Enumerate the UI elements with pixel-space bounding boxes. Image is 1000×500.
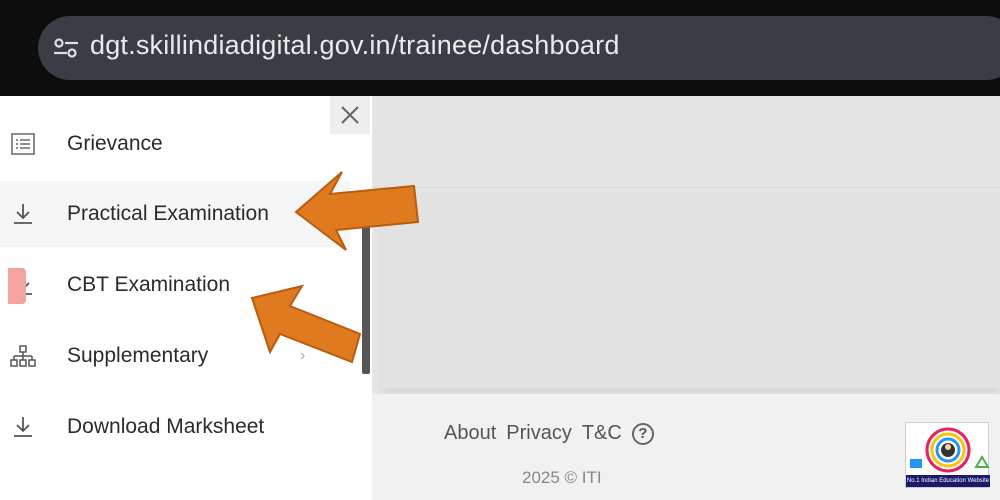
sidebar-item-label: CBT Examination [67,273,231,296]
highlight-marker [8,268,26,304]
address-bar[interactable]: dgt.skillindiadigital.gov.in/trainee/das… [38,16,1000,80]
url-text[interactable]: dgt.skillindiadigital.gov.in/trainee/das… [90,30,620,61]
sidebar-item-supplementary[interactable]: Supplementary › [0,323,350,389]
sitemap-icon [10,345,36,367]
chevron-right-icon: › [300,347,306,364]
watermark-caption: No.1 Indian Education Website [906,475,990,487]
watermark-logo: No.1 Indian Education Website [905,422,990,488]
sidebar-drawer: Grievance Practical Examination CBT Exam… [0,96,372,500]
copyright-text: 2025 © ITI [522,468,602,487]
list-icon [11,133,35,155]
footer-privacy-link[interactable]: Privacy [506,422,572,445]
sidebar-item-download-marksheet[interactable]: Download Marksheet [0,394,350,460]
sidebar-scrollbar[interactable] [362,226,370,374]
sidebar-item-cbt-examination[interactable]: CBT Examination [0,252,350,318]
footer-tc-link[interactable]: T&C [582,422,622,445]
help-icon[interactable]: ? [631,422,654,445]
browser-toolbar: dgt.skillindiadigital.gov.in/trainee/das… [0,0,1000,96]
sidebar-item-label: Supplementary [67,344,209,367]
page-header-area [372,96,1000,188]
download-icon [14,417,32,437]
tune-icon[interactable] [52,36,80,60]
download-icon [14,204,32,224]
sidebar-item-label: Download Marksheet [67,415,265,438]
sidebar-item-label: Grievance [67,132,163,155]
sidebar-item-practical-examination[interactable]: Practical Examination [0,181,350,247]
footer-about-link[interactable]: About [444,422,496,445]
sidebar-item-grievance[interactable]: Grievance [0,111,350,177]
sidebar-item-label: Practical Examination [67,202,269,225]
education-logo-icon [910,427,990,473]
footer-links: About Privacy T&C ? [444,422,654,445]
page-card [382,192,1000,388]
